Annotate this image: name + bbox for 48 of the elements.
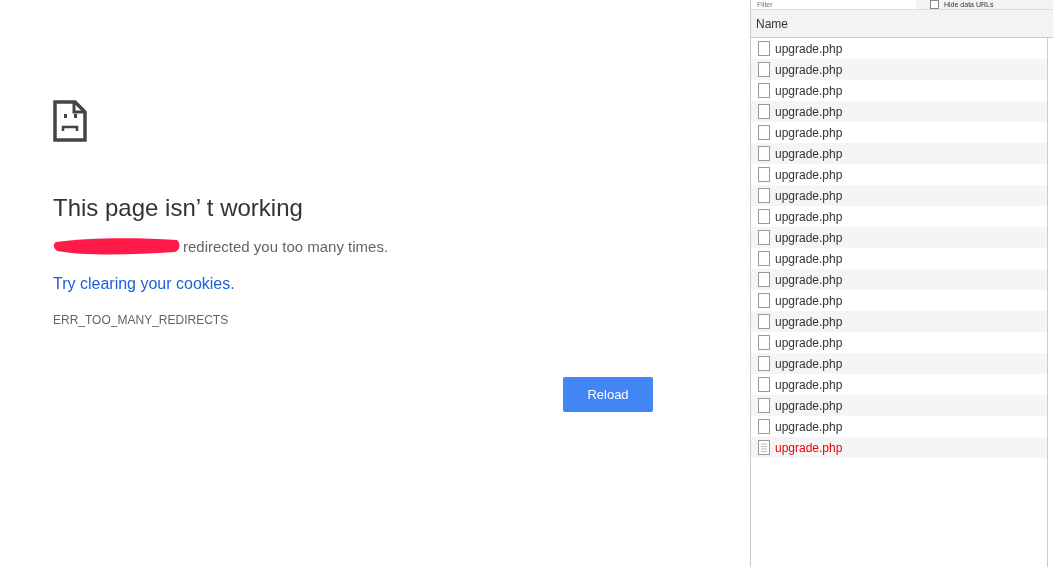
error-code: ERR_TOO_MANY_REDIRECTS (53, 313, 230, 327)
request-name[interactable]: upgrade.php (775, 230, 843, 245)
document-icon (758, 314, 770, 329)
request-name[interactable]: upgrade.php (775, 62, 843, 77)
document-icon (758, 167, 770, 182)
request-name[interactable]: upgrade.php (775, 356, 843, 371)
reload-button[interactable]: Reload (563, 377, 653, 412)
document-icon (758, 440, 770, 455)
document-icon (758, 41, 770, 56)
document-icon (758, 356, 770, 371)
request-name[interactable]: upgrade.php (775, 41, 843, 56)
column-header[interactable]: Name (756, 16, 788, 31)
document-icon (758, 272, 770, 287)
document-icon (758, 209, 770, 224)
sad-page-icon (53, 100, 87, 142)
document-icon (758, 104, 770, 119)
document-icon (758, 83, 770, 98)
request-name[interactable]: upgrade.php (775, 104, 843, 119)
request-name[interactable]: upgrade.php (775, 440, 843, 455)
hide-data-urls-checkbox[interactable] (930, 0, 939, 9)
request-name[interactable]: upgrade.php (775, 272, 843, 287)
request-name[interactable]: upgrade.php (775, 293, 843, 308)
document-icon (758, 125, 770, 140)
request-name[interactable]: upgrade.php (775, 188, 843, 203)
request-name[interactable]: upgrade.php (775, 146, 843, 161)
document-icon (758, 62, 770, 77)
document-icon (758, 146, 770, 161)
request-name[interactable]: upgrade.php (775, 398, 843, 413)
document-icon (758, 398, 770, 413)
request-name[interactable]: upgrade.php (775, 125, 843, 140)
document-icon (758, 293, 770, 308)
clear-cookies-link[interactable]: Try clearing your cookies. (53, 275, 235, 293)
request-name[interactable]: upgrade.php (775, 167, 843, 182)
document-icon (758, 251, 770, 266)
error-title: This page isn’ t working (53, 194, 304, 222)
document-icon (758, 377, 770, 392)
error-message: redirected you too many times. (183, 237, 389, 255)
request-name[interactable]: upgrade.php (775, 419, 843, 434)
document-icon (758, 188, 770, 203)
request-name[interactable]: upgrade.php (775, 209, 843, 224)
request-name[interactable]: upgrade.php (775, 314, 843, 329)
request-name[interactable]: upgrade.php (775, 251, 843, 266)
request-name[interactable]: upgrade.php (775, 83, 843, 98)
document-icon (758, 419, 770, 434)
document-icon (758, 335, 770, 350)
request-name[interactable]: upgrade.php (775, 377, 843, 392)
request-name[interactable]: upgrade.php (775, 335, 843, 350)
document-icon (758, 230, 770, 245)
